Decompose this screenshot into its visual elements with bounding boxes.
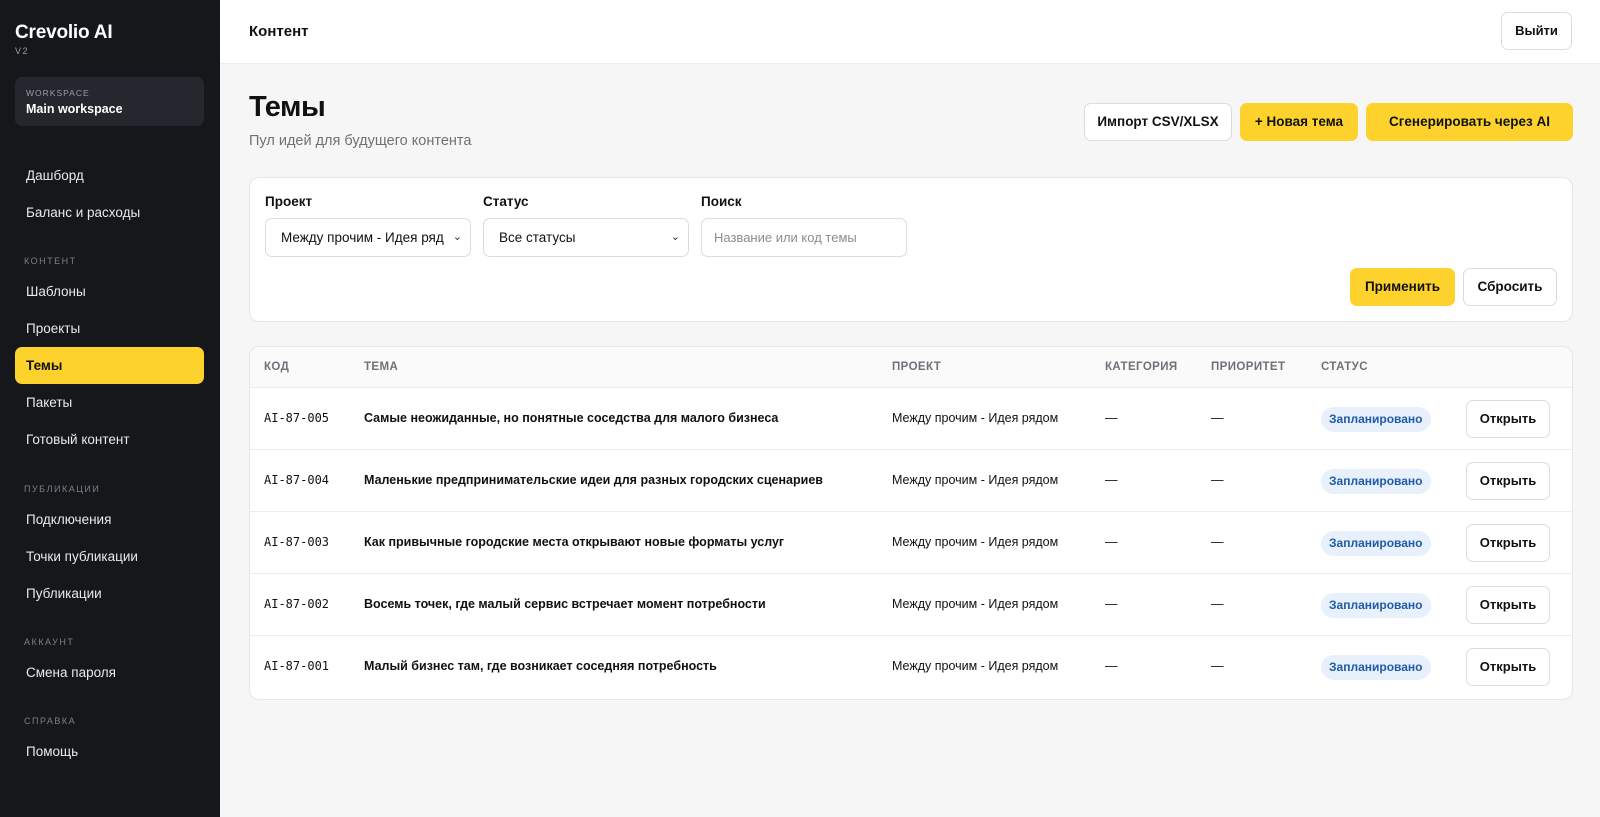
status-badge: Запланировано [1321,469,1431,494]
row-priority: — [1211,535,1224,549]
row-topic: Как привычные городские места открывают … [364,535,785,549]
table-row: AI-87-004 Маленькие предпринимательские … [250,450,1572,512]
status-badge: Запланировано [1321,531,1431,556]
table-row: AI-87-001 Малый бизнес там, где возникае… [250,636,1572,698]
row-project: Между прочим - Идея рядом [892,473,1059,487]
status-badge: Запланировано [1321,407,1431,432]
sidebar-item-help[interactable]: Помощь [15,733,204,770]
sidebar-section-publications: ПУБЛИКАЦИИ [24,484,101,494]
status-badge: Запланировано [1321,655,1431,680]
sidebar-item-dashboard[interactable]: Дашборд [15,157,204,194]
col-topic: ТЕМА [364,361,399,373]
col-category: КАТЕГОРИЯ [1105,361,1178,373]
sidebar-item-balance[interactable]: Баланс и расходы [15,194,204,231]
chevron-down-icon: ⌄ [670,231,680,243]
filter-panel: Проект Между прочим - Идея ряд ⌄ Статус … [249,177,1573,322]
row-priority: — [1211,659,1224,673]
row-code: AI-87-004 [264,473,330,487]
col-priority: ПРИОРИТЕТ [1211,361,1286,373]
open-button[interactable]: Открыть [1466,648,1550,686]
row-project: Между прочим - Идея рядом [892,535,1059,549]
app-version: V2 [15,46,30,56]
section-title: Контент [249,23,309,40]
apply-button[interactable]: Применить [1350,268,1455,306]
status-select[interactable]: Все статусы ⌄ [483,218,689,257]
sidebar-item-packages[interactable]: Пакеты [15,384,204,421]
logout-button[interactable]: Выйти [1501,12,1572,50]
project-select[interactable]: Между прочим - Идея ряд ⌄ [265,218,471,257]
open-button[interactable]: Открыть [1466,524,1550,562]
status-badge: Запланировано [1321,593,1431,618]
row-priority: — [1211,411,1224,425]
row-code: AI-87-003 [264,535,330,549]
sidebar-item-change-password[interactable]: Смена пароля [15,654,204,691]
open-button[interactable]: Открыть [1466,462,1550,500]
col-status: СТАТУС [1321,361,1368,373]
row-project: Между прочим - Идея рядом [892,411,1059,425]
new-topic-button[interactable]: + Новая тема [1240,103,1358,141]
page-subtitle: Пул идей для будущего контента [249,133,472,149]
workspace-name: Main workspace [26,102,123,116]
top-bar: Контент Выйти [220,0,1600,64]
project-select-value: Между прочим - Идея ряд [281,230,444,245]
row-code: AI-87-001 [264,659,330,673]
status-select-value: Все статусы [499,230,576,245]
row-code: AI-87-005 [264,411,330,425]
sidebar-section-help: СПРАВКА [24,716,77,726]
table-row: AI-87-003 Как привычные городские места … [250,512,1572,574]
row-project: Между прочим - Идея рядом [892,597,1059,611]
topics-table: КОД ТЕМА ПРОЕКТ КАТЕГОРИЯ ПРИОРИТЕТ СТАТ… [249,346,1573,700]
reset-button[interactable]: Сбросить [1463,268,1557,306]
table-row: AI-87-005 Самые неожиданные, но понятные… [250,388,1572,450]
workspace-label: WORKSPACE [26,88,90,98]
sidebar: Crevolio AI V2 WORKSPACE Main workspace … [0,0,220,817]
col-code: КОД [264,361,290,373]
row-topic: Самые неожиданные, но понятные соседства… [364,411,779,425]
sidebar-item-publish-points[interactable]: Точки публикации [15,538,204,575]
row-category: — [1105,659,1118,673]
row-topic: Маленькие предпринимательские идеи для р… [364,473,823,487]
search-input[interactable]: Название или код темы [701,218,907,257]
sidebar-item-projects[interactable]: Проекты [15,310,204,347]
page-title: Темы [249,91,326,123]
sidebar-item-publications[interactable]: Публикации [15,575,204,612]
app-logo: Crevolio AI [15,22,113,43]
row-category: — [1105,535,1118,549]
status-filter-label: Статус [483,194,529,209]
table-header: КОД ТЕМА ПРОЕКТ КАТЕГОРИЯ ПРИОРИТЕТ СТАТ… [250,347,1572,388]
import-button[interactable]: Импорт CSV/XLSX [1084,103,1232,141]
open-button[interactable]: Открыть [1466,586,1550,624]
open-button[interactable]: Открыть [1466,400,1550,438]
search-filter-label: Поиск [701,194,742,209]
project-filter-label: Проект [265,194,313,209]
generate-ai-button[interactable]: Сгенерировать через AI [1366,103,1573,141]
row-category: — [1105,411,1118,425]
sidebar-section-account: АККАУНТ [24,637,75,647]
row-category: — [1105,473,1118,487]
sidebar-section-content: КОНТЕНТ [24,256,77,266]
row-topic: Восемь точек, где малый сервис встречает… [364,597,766,611]
col-project: ПРОЕКТ [892,361,942,373]
row-priority: — [1211,473,1224,487]
sidebar-item-connections[interactable]: Подключения [15,501,204,538]
sidebar-item-ready-content[interactable]: Готовый контент [15,421,204,458]
sidebar-item-topics[interactable]: Темы [15,347,204,384]
row-code: AI-87-002 [264,597,330,611]
row-topic: Малый бизнес там, где возникает соседняя… [364,659,717,673]
workspace-switcher[interactable]: WORKSPACE Main workspace [15,77,204,126]
table-row: AI-87-002 Восемь точек, где малый сервис… [250,574,1572,636]
row-priority: — [1211,597,1224,611]
row-project: Между прочим - Идея рядом [892,659,1059,673]
chevron-down-icon: ⌄ [452,231,462,243]
sidebar-item-templates[interactable]: Шаблоны [15,273,204,310]
row-category: — [1105,597,1118,611]
